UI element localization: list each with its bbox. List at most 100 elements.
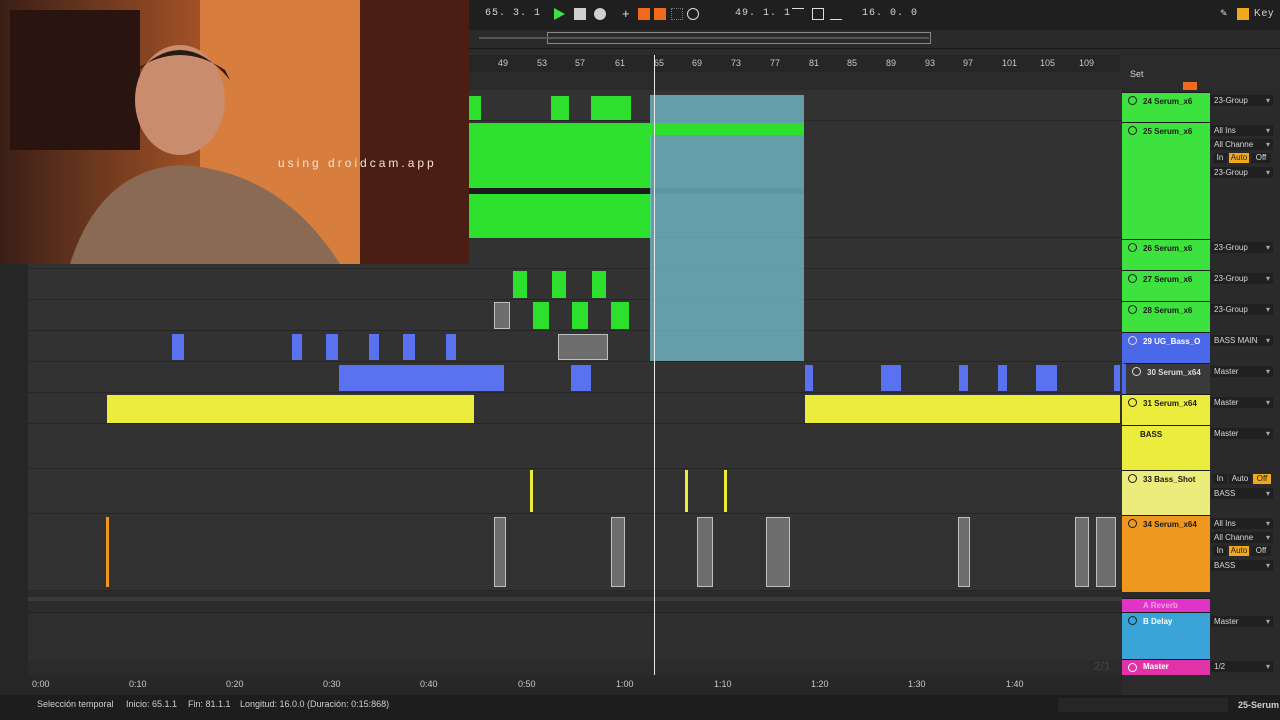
loop-icon[interactable] <box>638 8 650 20</box>
output-routing[interactable]: Master <box>1211 366 1273 377</box>
clip[interactable] <box>591 96 631 120</box>
pencil-icon[interactable]: ✎ <box>1220 8 1232 20</box>
track-header[interactable]: 27 Serum_x6 <box>1122 270 1210 301</box>
clip[interactable] <box>533 302 549 329</box>
arrangement-overview[interactable] <box>469 30 1280 49</box>
fold-icon[interactable] <box>1128 126 1137 135</box>
key-map-button[interactable]: Key <box>1254 8 1274 19</box>
clip[interactable] <box>369 334 379 360</box>
clip[interactable] <box>530 470 533 512</box>
clip[interactable] <box>697 517 713 587</box>
clip[interactable] <box>998 365 1007 391</box>
stop-icon[interactable] <box>574 8 586 20</box>
fold-icon[interactable] <box>1128 398 1137 407</box>
monitor-off[interactable]: Off <box>1253 474 1271 484</box>
clip[interactable] <box>650 123 804 135</box>
fold-icon[interactable] <box>1128 96 1137 105</box>
fold-icon[interactable] <box>1128 519 1137 528</box>
track-header[interactable]: Master <box>1122 659 1210 675</box>
clip[interactable] <box>107 395 474 423</box>
clip[interactable] <box>1075 517 1089 587</box>
fold-icon[interactable] <box>1128 474 1137 483</box>
midi-map-icon[interactable] <box>1237 8 1249 20</box>
clip[interactable] <box>494 302 510 329</box>
monitor-off[interactable]: Off <box>1251 546 1271 556</box>
monitor-in[interactable]: In <box>1213 474 1227 484</box>
clip[interactable] <box>766 517 790 587</box>
clip[interactable] <box>881 365 901 391</box>
track-header[interactable]: 26 Serum_x6 <box>1122 239 1210 270</box>
clip[interactable] <box>1096 517 1116 587</box>
output-routing[interactable]: BASS <box>1211 560 1273 571</box>
clip[interactable] <box>403 334 415 360</box>
clip[interactable] <box>494 517 506 587</box>
clip[interactable] <box>1036 365 1057 391</box>
capture-icon[interactable] <box>671 8 683 20</box>
output-routing[interactable]: 23-Group <box>1211 95 1273 106</box>
track-header[interactable]: 24 Serum_x6 <box>1122 92 1210 122</box>
clip[interactable] <box>959 365 968 391</box>
clip[interactable] <box>724 470 727 512</box>
track-header[interactable]: 25 Serum_x6 <box>1122 122 1210 239</box>
bar-ruler[interactable]: 49 53 57 61 65 69 73 77 81 85 89 93 97 1… <box>469 55 1120 72</box>
fold-icon[interactable] <box>1128 616 1137 625</box>
session-record-icon[interactable] <box>687 8 699 20</box>
clip[interactable] <box>558 334 608 360</box>
monitor-in[interactable]: In <box>1213 546 1227 556</box>
track-header[interactable]: 33 Bass_Shot <box>1122 470 1210 515</box>
clip[interactable] <box>551 96 569 120</box>
output-routing[interactable]: 23-Group <box>1211 304 1273 315</box>
output-routing[interactable]: 23-Group <box>1211 273 1273 284</box>
input-routing[interactable]: All Ins <box>1211 518 1273 529</box>
clip[interactable] <box>469 123 651 238</box>
record-icon[interactable] <box>594 8 606 20</box>
fold-icon[interactable] <box>1132 367 1141 376</box>
fold-icon[interactable] <box>1128 336 1137 345</box>
track-header[interactable]: 34 Serum_x64 <box>1122 515 1210 592</box>
add-icon[interactable]: + <box>622 7 634 20</box>
clip[interactable] <box>339 365 504 391</box>
automation-icon[interactable] <box>830 8 842 20</box>
clip[interactable] <box>958 517 970 587</box>
punch-icon[interactable] <box>654 8 666 20</box>
play-icon[interactable] <box>554 8 565 20</box>
monitor-in[interactable]: In <box>1213 153 1227 163</box>
clip[interactable] <box>106 517 109 587</box>
output-routing[interactable]: 23-Group <box>1211 242 1273 253</box>
clip[interactable] <box>1114 365 1120 391</box>
output-routing[interactable]: BASS MAIN <box>1211 335 1273 346</box>
track-header[interactable]: 29 UG_Bass_O <box>1122 332 1210 363</box>
clip[interactable] <box>469 96 481 120</box>
status-field[interactable] <box>1058 698 1228 712</box>
track-header[interactable]: 30 Serum_x64 <box>1122 363 1210 394</box>
clip[interactable] <box>513 271 527 298</box>
clip[interactable] <box>611 302 629 329</box>
clip[interactable] <box>611 517 625 587</box>
clip[interactable] <box>552 271 566 298</box>
output-routing[interactable]: Master <box>1211 397 1273 408</box>
monitor-off[interactable]: Off <box>1251 153 1271 163</box>
clip[interactable] <box>292 334 302 360</box>
output-routing[interactable]: Master <box>1211 428 1273 439</box>
time-ruler[interactable]: 0:00 0:10 0:20 0:30 0:40 0:50 1:00 1:10 … <box>28 675 1122 695</box>
clip[interactable] <box>172 334 184 360</box>
input-routing[interactable]: All Ins <box>1211 125 1273 136</box>
track-header[interactable]: 31 Serum_x64 <box>1122 394 1210 425</box>
output-routing[interactable]: BASS <box>1211 488 1273 499</box>
output-routing[interactable]: 23-Group <box>1211 167 1273 178</box>
loop-length[interactable]: 16. 0. 0 <box>862 8 918 19</box>
track-header[interactable]: B Delay <box>1122 612 1210 659</box>
monitor-icon[interactable] <box>812 8 824 20</box>
input-channel[interactable]: All Channe <box>1211 532 1273 543</box>
fold-icon[interactable] <box>1128 305 1137 314</box>
clip[interactable] <box>805 395 1120 423</box>
loop-start[interactable]: 49. 1. 1 <box>735 8 791 19</box>
clip[interactable] <box>572 302 588 329</box>
fold-icon[interactable] <box>1128 274 1137 283</box>
track-header[interactable]: A Reverb <box>1122 598 1210 612</box>
output-routing[interactable]: Master <box>1211 616 1273 627</box>
monitor-auto[interactable]: Auto <box>1229 153 1249 163</box>
song-position[interactable]: 65. 3. 1 <box>485 8 541 19</box>
track-header[interactable]: 28 Serum_x6 <box>1122 301 1210 332</box>
track-header[interactable]: BASS <box>1122 425 1210 470</box>
